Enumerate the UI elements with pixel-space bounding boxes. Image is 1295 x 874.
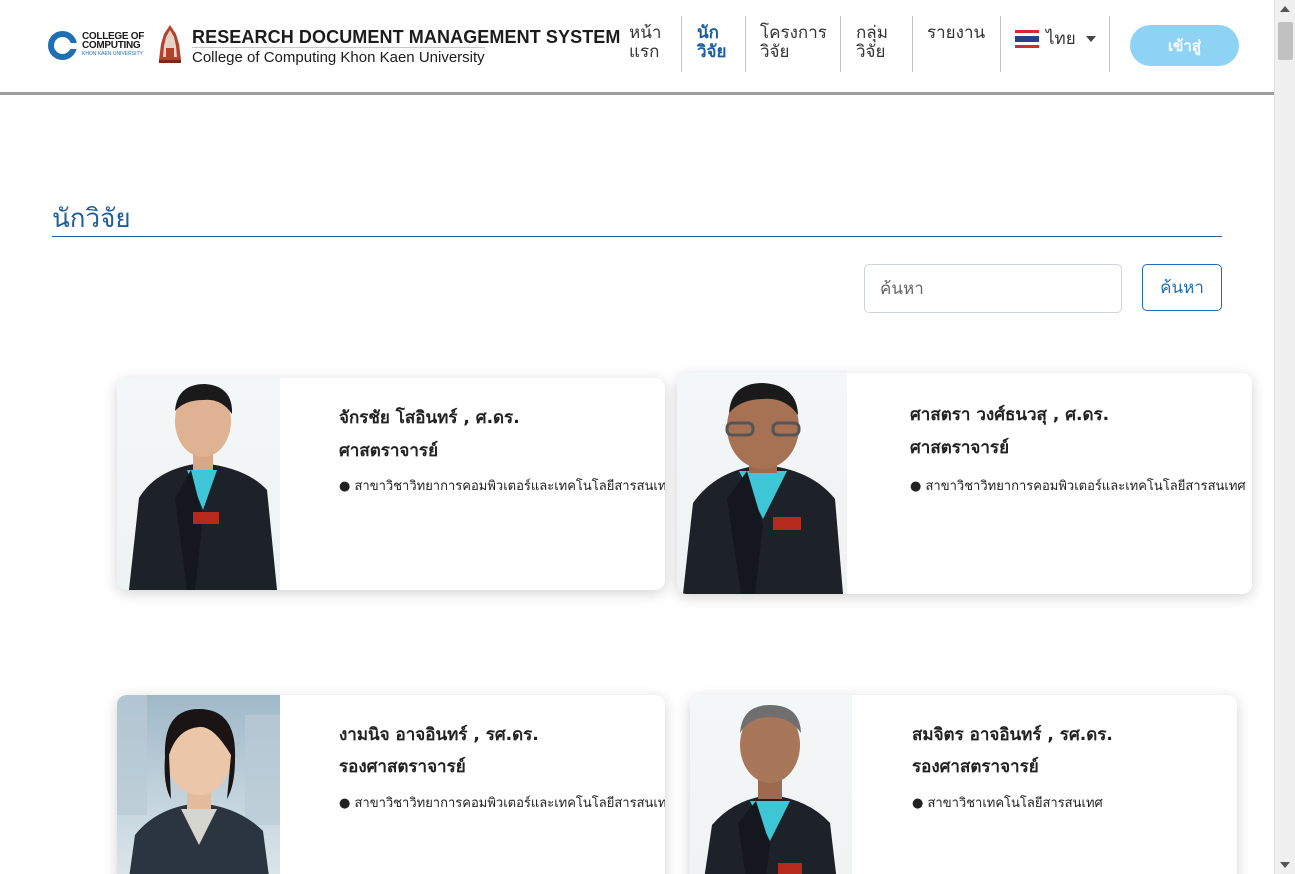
language-label: ไทย [1046,29,1076,49]
researcher-position: รองศาสตราจารย์ [912,757,1039,777]
person-portrait-icon [129,384,277,590]
kku-emblem-icon [159,25,181,63]
language-dropdown[interactable]: ไทย [1015,25,1096,52]
nav-divider [1000,16,1001,72]
researcher-department: ● สาขาวิชาวิทยาการคอมพิวเตอร์และเทคโนโลย… [339,479,665,494]
researcher-name[interactable]: งามนิจ อาจอินทร์ , รศ.ดร. [339,721,539,748]
nav-divider [840,16,841,72]
chevron-down-icon [1085,35,1096,42]
college-of-computing-logo[interactable]: COLLEGE OF COMPUTING KHON KAEN UNIVERSIT… [48,30,151,60]
scroll-thumb[interactable] [1278,22,1293,60]
researcher-card[interactable]: สมจิตร อาจอินทร์ , รศ.ดร. รองศาสตราจารย์… [690,695,1237,874]
nav-research-groups-label: กลุ่ม วิจัย [856,23,888,62]
logo-text-line3: KHON KAEN UNIVERSITY [82,50,143,57]
scroll-up-icon[interactable] [1280,6,1290,12]
cc-logo-icon [48,30,78,60]
scroll-down-icon[interactable] [1280,862,1290,868]
nav-research-projects-label: โครงการ วิจัย [760,23,827,62]
top-navbar: COLLEGE OF COMPUTING KHON KAEN UNIVERSIT… [0,0,1274,95]
search-button[interactable]: ค้นหา [1142,264,1222,311]
page-title: นักวิจัย [52,204,131,234]
system-subtitle: College of Computing Khon Kaen Universit… [192,47,485,66]
system-title[interactable]: RESEARCH DOCUMENT MANAGEMENT SYSTEM [192,27,621,48]
nav-researchers[interactable]: นัก วิจัย [697,24,726,62]
nav-divider [745,16,746,72]
researcher-photo [117,695,280,874]
researcher-department: ● สาขาวิชาเทคโนโลยีสารสนเทศ [912,796,1103,811]
researcher-position: ศาสตราจารย์ [910,438,1010,458]
nav-researchers-label: นัก วิจัย [697,23,727,62]
researcher-position: รองศาสตราจารย์ [339,757,466,777]
researcher-name[interactable]: จักรชัย โสอินทร์ , ศ.ดร. [339,404,520,431]
login-button[interactable]: เข้าสู่ [1130,25,1239,66]
logo-text-line2: COMPUTING [82,39,141,51]
nav-divider [1109,16,1110,72]
researcher-position: ศาสตราจารย์ [339,441,439,461]
nav-divider [912,16,913,72]
thai-flag-icon [1015,29,1039,48]
researcher-card[interactable]: ศาสตรา วงศ์ธนวสุ , ศ.ดร. ศาสตราจารย์ ● ส… [677,373,1252,594]
page-scrollbar[interactable] [1274,0,1295,874]
nav-home-label: หน้า แรก [629,23,662,62]
researcher-card[interactable]: จักรชัย โสอินทร์ , ศ.ดร. ศาสตราจารย์ ● ส… [117,378,665,590]
researcher-photo [117,378,280,590]
researcher-photo [690,695,852,874]
researcher-name[interactable]: ศาสตรา วงศ์ธนวสุ , ศ.ดร. [910,401,1109,428]
researcher-department: ● สาขาวิชาวิทยาการคอมพิวเตอร์และเทคโนโลย… [339,796,665,811]
researcher-card[interactable]: งามนิจ อาจอินทร์ , รศ.ดร. รองศาสตราจารย์… [117,695,665,874]
person-portrait-icon [683,383,843,594]
nav-research-projects[interactable]: โครงการ วิจัย [760,24,827,62]
nav-divider [681,16,682,72]
person-portrait-icon [117,695,280,874]
person-portrait-icon [704,705,837,874]
researcher-department: ● สาขาวิชาวิทยาการคอมพิวเตอร์และเทคโนโลย… [910,479,1246,494]
nav-home[interactable]: หน้า แรก [629,24,661,62]
nav-research-groups[interactable]: กลุ่ม วิจัย [856,24,888,62]
title-divider [52,236,1222,237]
nav-reports[interactable]: รายงาน [927,24,985,43]
nav-reports-label: รายงาน [927,23,986,43]
researcher-name[interactable]: สมจิตร อาจอินทร์ , รศ.ดร. [912,721,1113,748]
researcher-photo [677,373,847,594]
search-input[interactable] [864,264,1122,313]
